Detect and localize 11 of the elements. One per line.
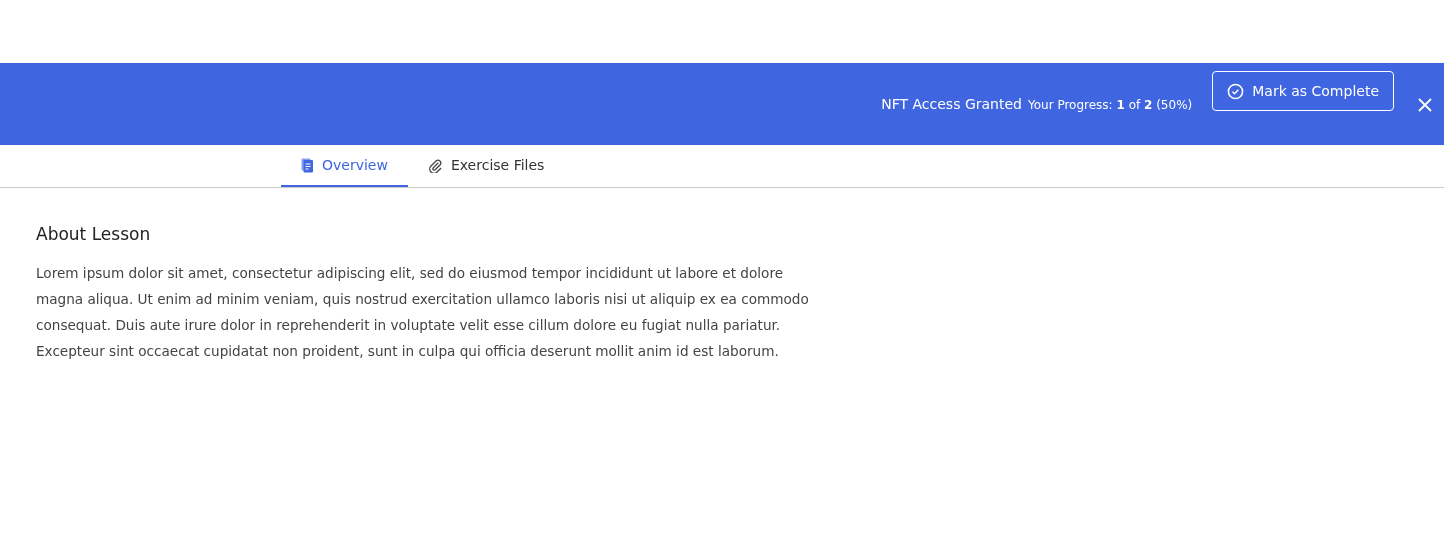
mark-complete-button[interactable]: Mark as Complete [1212,71,1394,111]
section-heading: About Lesson [36,224,152,244]
check-circle-icon [1227,82,1245,100]
close-icon[interactable] [1418,98,1432,112]
paperclip-icon [427,157,443,173]
lesson-paragraph: Lorem ipsum dolor sit amet, consectetur adipiscing elit, sed do eiusmod tempor incididunt ut labore et dolore magna aliqua. Ut enim ad minim veniam, quis nostrud exercitation ullamco laboris nisi ut aliquip ex ea commodo consequat. Duis aute irure dolor in reprehenderit in voluptate velit esse cillum dolore eu fugiat nulla pariatur. Excepteur sint occaecat cupidatat non proident, sunt in culpa qui officia deserunt mollit anim id est laborum. [36,264,810,361]
tab[interactable]: Overview [281,145,408,187]
tab[interactable]: Exercise Files [407,145,565,187]
progress-text: Your Progress: 1 of 2 (50%) [1027,98,1193,112]
document-icon [301,157,314,173]
access-label: NFT Access Granted [881,96,1022,112]
